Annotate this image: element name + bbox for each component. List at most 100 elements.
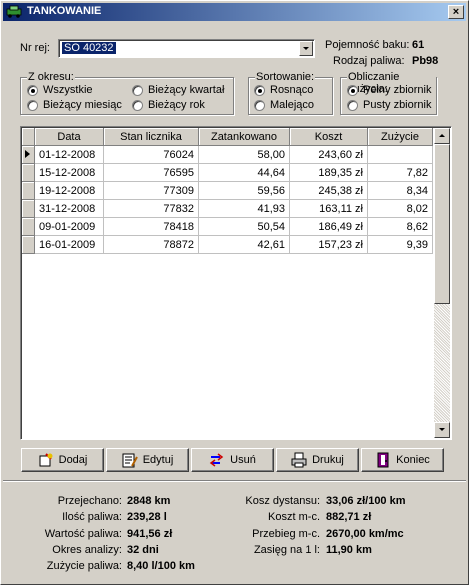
range-value: 11,90 km (326, 544, 372, 556)
fuel-value-label: Wartość paliwa: (44, 528, 122, 540)
cost-distance-value: 33,06 zł/100 km (326, 495, 406, 507)
radio-dot (27, 84, 38, 96)
row-indicator (22, 163, 35, 182)
separator (3, 480, 466, 482)
consumption-label: Zużycie paliwa: (46, 560, 122, 572)
calc-group: Obliczanie zużycia: Pełny zbiornik Pusty… (340, 71, 437, 115)
cell-odometer: 76595 (103, 163, 199, 182)
radio-ascending[interactable]: Rosnąco (254, 84, 313, 96)
refuel-table: Data Stan licznika Zatankowano Koszt Zuż… (22, 128, 433, 254)
radio-current-quarter-label: Bieżący kwartał (148, 84, 225, 96)
col-cost[interactable]: Koszt (289, 128, 368, 146)
distance-label: Przejechano: (57, 495, 122, 507)
radio-current-quarter[interactable]: Bieżący kwartał (132, 84, 224, 96)
cell-date: 01-12-2008 (34, 145, 104, 164)
cost-monthly-label: Koszt m-c. (268, 511, 320, 523)
refuel-grid[interactable]: Data Stan licznika Zatankowano Koszt Zuż… (20, 126, 452, 440)
cell-consumption: 8,34 (367, 181, 433, 200)
cell-cost: 245,38 zł (289, 181, 368, 200)
close-button[interactable]: × (448, 5, 464, 19)
scroll-up-button[interactable] (434, 128, 450, 144)
mileage-monthly-label: Przebieg m-c. (252, 528, 320, 540)
row-indicator (22, 181, 35, 200)
cell-odometer: 78418 (103, 217, 199, 236)
chevron-down-icon[interactable] (299, 41, 313, 56)
reg-combobox[interactable]: SO 40232 (58, 39, 315, 58)
table-row[interactable]: 19-12-2008 77309 59,56 245,38 zł 8,34 (22, 181, 433, 200)
table-row[interactable]: 31-12-2008 77832 41,93 163,11 zł 8,02 (22, 199, 433, 218)
scroll-down-button[interactable] (434, 422, 450, 438)
fuel-amount-label: Ilość paliwa: (62, 511, 122, 523)
row-indicator-header (22, 128, 35, 146)
table-row[interactable]: 01-12-2008 76024 58,00 243,60 zł (22, 145, 433, 164)
radio-dot (254, 84, 265, 96)
fuel-type-label: Rodzaj paliwa: (333, 55, 405, 67)
vertical-scrollbar[interactable] (434, 128, 450, 438)
radio-current-year[interactable]: Bieżący rok (132, 99, 205, 111)
cell-date: 15-12-2008 (34, 163, 104, 182)
delete-button-label: Usuń (230, 454, 256, 466)
cell-consumption: 7,82 (367, 163, 433, 182)
table-header-row: Data Stan licznika Zatankowano Koszt Zuż… (22, 128, 433, 146)
row-indicator (22, 217, 35, 236)
delete-button[interactable]: Usuń (191, 448, 274, 472)
radio-descending-label: Malejąco (270, 99, 315, 111)
edit-button[interactable]: Edytuj (106, 448, 189, 472)
col-refueled[interactable]: Zatankowano (198, 128, 290, 146)
cell-cost: 186,49 zł (289, 217, 368, 236)
radio-dot (347, 99, 358, 111)
scroll-thumb[interactable] (434, 144, 450, 304)
row-indicator (22, 235, 35, 254)
row-pointer-icon (22, 145, 35, 164)
car-icon (6, 5, 22, 18)
print-button[interactable]: Drukuj (276, 448, 359, 472)
cell-consumption: 9,39 (367, 235, 433, 254)
cell-refueled: 42,61 (198, 235, 290, 254)
radio-current-month[interactable]: Bieżący miesiąc (27, 99, 122, 111)
table-row[interactable]: 16-01-2009 78872 42,61 157,23 zł 9,39 (22, 235, 433, 254)
col-odometer[interactable]: Stan licznika (103, 128, 199, 146)
radio-dot (132, 99, 143, 111)
window-title: TANKOWANIE (27, 5, 102, 17)
consumption-value: 8,40 l/100 km (127, 560, 195, 572)
add-button[interactable]: Dodaj (21, 448, 104, 472)
fuel-amount-value: 239,28 l (127, 511, 167, 523)
radio-descending[interactable]: Malejąco (254, 99, 314, 111)
fuel-value-value: 941,56 zł (127, 528, 173, 540)
cell-date: 09-01-2009 (34, 217, 104, 236)
reg-value: SO 40232 (62, 42, 116, 54)
cell-consumption: 8,62 (367, 217, 433, 236)
distance-value: 2848 km (127, 495, 171, 507)
radio-current-year-label: Bieżący rok (148, 99, 205, 111)
cell-odometer: 77832 (103, 199, 199, 218)
cell-refueled: 50,54 (198, 217, 290, 236)
period-label: Okres analizy: (52, 544, 122, 556)
cell-refueled: 59,56 (198, 181, 290, 200)
radio-all[interactable]: Wszystkie (27, 84, 93, 96)
table-row[interactable]: 15-12-2008 76595 44,64 189,35 zł 7,82 (22, 163, 433, 182)
print-button-label: Drukuj (312, 454, 344, 466)
radio-full-tank[interactable]: Pełny zbiornik (347, 84, 431, 96)
table-row[interactable]: 09-01-2009 78418 50,54 186,49 zł 8,62 (22, 217, 433, 236)
cell-date: 31-12-2008 (34, 199, 104, 218)
end-button-label: Koniec (396, 454, 430, 466)
cell-consumption: 8,02 (367, 199, 433, 218)
col-consumption[interactable]: Zużycie (367, 128, 433, 146)
edit-button-label: Edytuj (142, 454, 174, 466)
close-icon: × (452, 6, 460, 18)
col-date[interactable]: Data (34, 128, 104, 146)
radio-full-tank-label: Pełny zbiornik (363, 84, 432, 96)
cost-distance-label: Kosz dystansu: (245, 495, 320, 507)
cell-odometer: 77309 (103, 181, 199, 200)
cell-refueled: 41,93 (198, 199, 290, 218)
radio-dot (347, 84, 358, 96)
sort-group: Sortowanie: Rosnąco Malejąco (248, 71, 333, 115)
end-button[interactable]: Koniec (361, 448, 444, 472)
edit-icon (122, 453, 138, 468)
radio-empty-tank[interactable]: Pusty zbiornik (347, 99, 431, 111)
radio-empty-tank-label: Pusty zbiornik (363, 99, 432, 111)
period-value: 32 dni (127, 544, 159, 556)
capacity-label: Pojemność baku: (325, 39, 410, 51)
cell-date: 19-12-2008 (34, 181, 104, 200)
print-icon (291, 452, 307, 468)
